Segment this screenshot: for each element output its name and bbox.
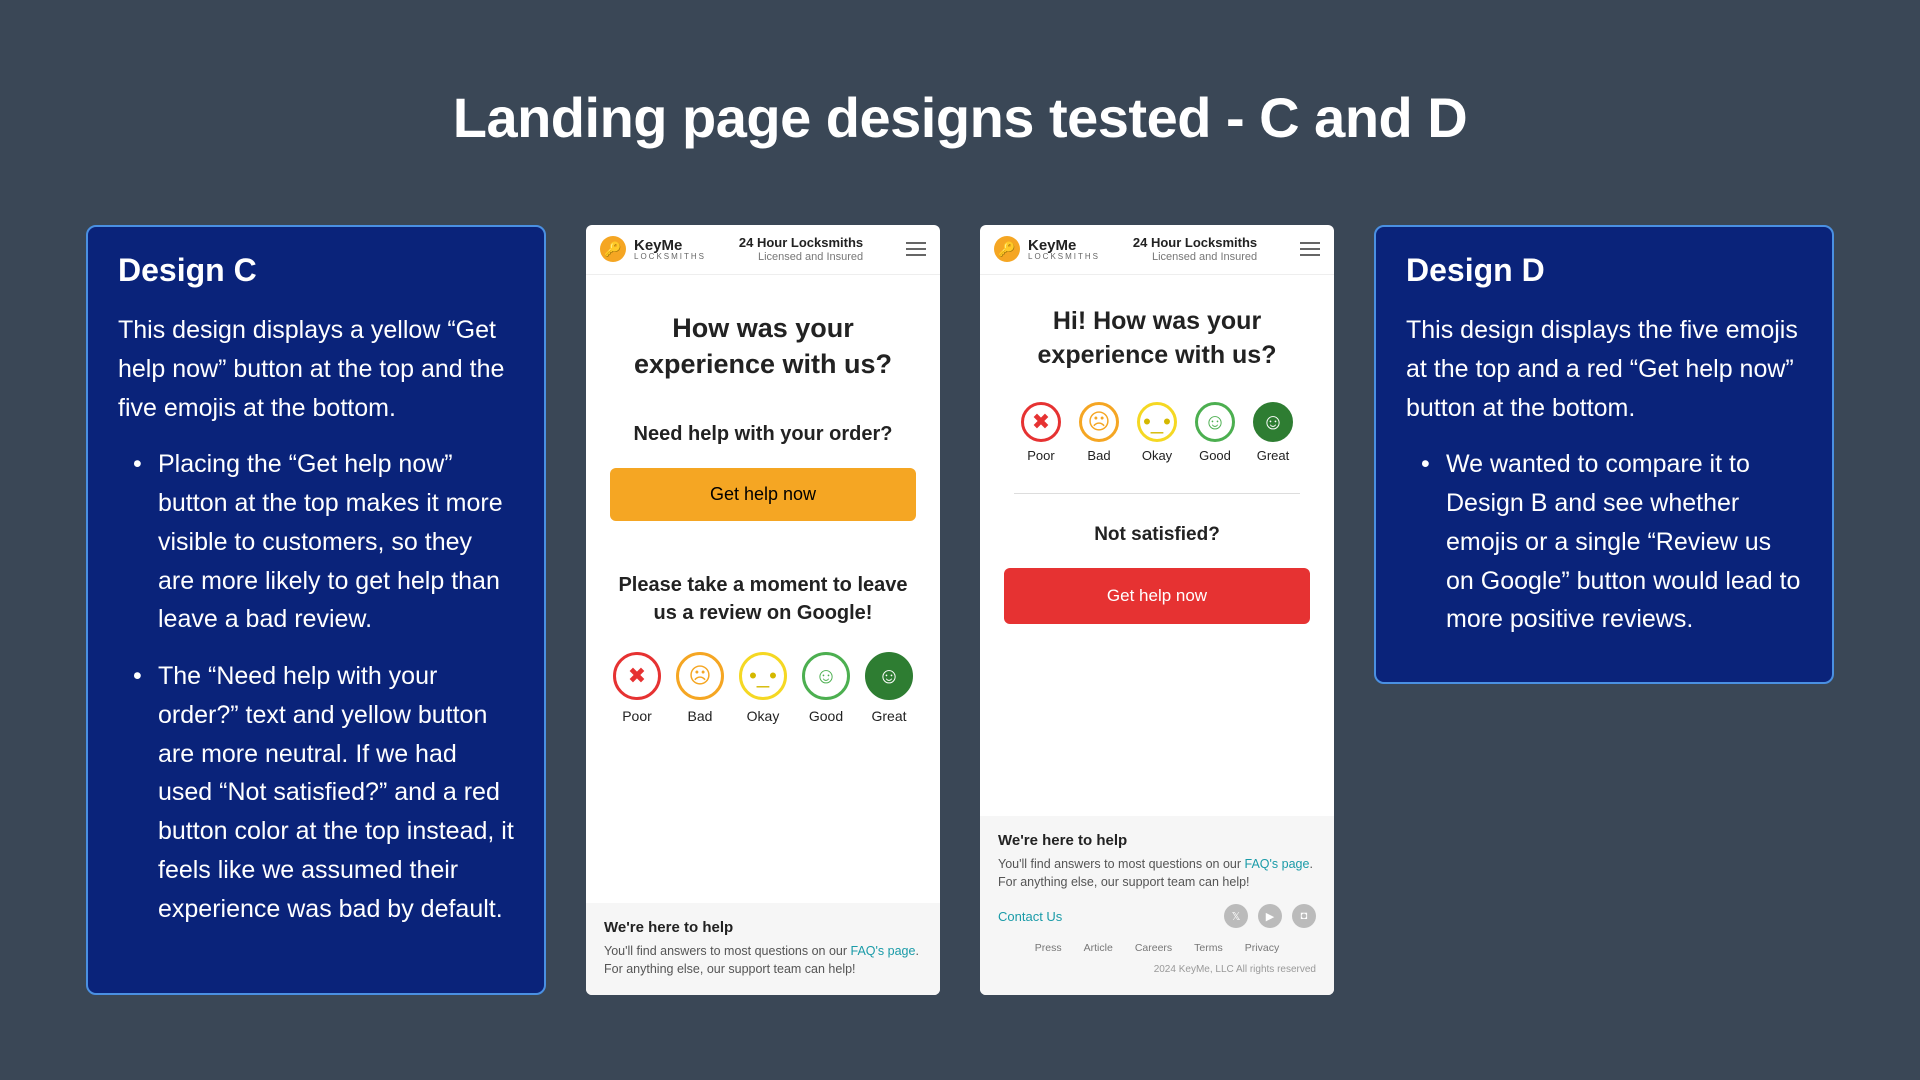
contact-link[interactable]: Contact Us (998, 909, 1062, 924)
tagline-2: Licensed and Insured (1133, 251, 1257, 264)
emoji-good-label: Good (1199, 448, 1231, 463)
design-d-bullet-1: We wanted to compare it to Design B and … (1406, 445, 1802, 639)
mock-design-c: 🔑 KeyMe LOCKSMITHS 24 Hour Locksmiths Li… (586, 225, 940, 995)
content-row: Design C This design displays a yellow “… (0, 225, 1920, 995)
get-help-button[interactable]: Get help now (610, 468, 916, 521)
tagline-1: 24 Hour Locksmiths (739, 235, 863, 251)
legal-privacy[interactable]: Privacy (1245, 942, 1279, 954)
legal-article[interactable]: Article (1084, 942, 1113, 954)
mock-design-d: 🔑 KeyMe LOCKSMITHS 24 Hour Locksmiths Li… (980, 225, 1334, 995)
faq-link[interactable]: FAQ's page (1245, 857, 1310, 871)
emoji-bad-label: Bad (1087, 448, 1110, 463)
design-d-heading: Design D (1406, 252, 1802, 289)
emoji-okay-icon[interactable]: •_• (739, 652, 787, 700)
footer-text-1: You'll find answers to most questions on… (604, 944, 851, 958)
emoji-good-label: Good (809, 708, 843, 724)
copyright: 2024 KeyMe, LLC All rights reserved (998, 964, 1316, 975)
legal-careers[interactable]: Careers (1135, 942, 1172, 954)
experience-question: How was your experience with us? (606, 310, 920, 383)
slide-title: Landing page designs tested - C and D (0, 0, 1920, 150)
tagline-2: Licensed and Insured (739, 251, 863, 264)
twitter-icon[interactable]: 𝕏 (1224, 904, 1248, 928)
emoji-poor-icon[interactable]: ✖ (1021, 402, 1061, 442)
tagline: 24 Hour Locksmiths Licensed and Insured (739, 235, 863, 264)
mock-header: 🔑 KeyMe LOCKSMITHS 24 Hour Locksmiths Li… (586, 225, 940, 275)
design-c-heading: Design C (118, 252, 514, 289)
brand: 🔑 KeyMe LOCKSMITHS (994, 236, 1100, 262)
emoji-poor-icon[interactable]: ✖ (613, 652, 661, 700)
brand: 🔑 KeyMe LOCKSMITHS (600, 236, 706, 262)
emoji-great-label: Great (871, 708, 906, 724)
legal-terms[interactable]: Terms (1194, 942, 1223, 954)
design-d-intro: This design displays the five emojis at … (1406, 311, 1802, 427)
footer-heading: We're here to help (604, 919, 922, 936)
footer-help: We're here to help You'll find answers t… (980, 816, 1334, 996)
emoji-poor-label: Poor (622, 708, 652, 724)
tagline: 24 Hour Locksmiths Licensed and Insured (1133, 235, 1257, 264)
youtube-icon[interactable]: ▶ (1258, 904, 1282, 928)
help-prompt: Need help with your order? (606, 423, 920, 446)
faq-link[interactable]: FAQ's page (851, 944, 916, 958)
brand-sub: LOCKSMITHS (1028, 253, 1100, 261)
footer-text-1: You'll find answers to most questions on… (998, 857, 1245, 871)
brand-sub: LOCKSMITHS (634, 253, 706, 261)
review-prompt: Please take a moment to leave us a revie… (606, 571, 920, 627)
footer-heading: We're here to help (998, 832, 1316, 849)
emoji-good-icon[interactable]: ☺ (802, 652, 850, 700)
emoji-great-icon[interactable]: ☺ (1253, 402, 1293, 442)
emoji-great-label: Great (1257, 448, 1290, 463)
emoji-bad-icon[interactable]: ☹ (676, 652, 724, 700)
design-c-box: Design C This design displays a yellow “… (86, 225, 546, 995)
emoji-great-icon[interactable]: ☺ (865, 652, 913, 700)
instagram-icon[interactable]: ◘ (1292, 904, 1316, 928)
hamburger-icon[interactable] (1300, 242, 1320, 256)
footer-help: We're here to help You'll find answers t… (586, 903, 940, 996)
emoji-row: ✖ Poor ☹ Bad •_• Okay ☺ Good ☺ Great (1000, 402, 1314, 463)
emoji-good-icon[interactable]: ☺ (1195, 402, 1235, 442)
tagline-1: 24 Hour Locksmiths (1133, 235, 1257, 251)
not-satisfied-prompt: Not satisfied? (1000, 524, 1314, 546)
get-help-button[interactable]: Get help now (1004, 568, 1310, 624)
design-c-bullet-2: The “Need help with your order?” text an… (118, 657, 514, 928)
emoji-bad-label: Bad (688, 708, 713, 724)
divider (1014, 493, 1300, 494)
brand-logo-icon: 🔑 (600, 236, 626, 262)
emoji-bad-icon[interactable]: ☹ (1079, 402, 1119, 442)
emoji-row: ✖ Poor ☹ Bad •_• Okay ☺ Good ☺ Great (606, 652, 920, 724)
emoji-poor-label: Poor (1027, 448, 1054, 463)
emoji-okay-icon[interactable]: •_• (1137, 402, 1177, 442)
emoji-okay-label: Okay (747, 708, 780, 724)
brand-name: KeyMe (634, 238, 706, 253)
design-c-bullet-1: Placing the “Get help now” button at the… (118, 445, 514, 639)
brand-logo-icon: 🔑 (994, 236, 1020, 262)
design-c-intro: This design displays a yellow “Get help … (118, 311, 514, 427)
hamburger-icon[interactable] (906, 242, 926, 256)
legal-press[interactable]: Press (1035, 942, 1062, 954)
emoji-okay-label: Okay (1142, 448, 1172, 463)
mock-header: 🔑 KeyMe LOCKSMITHS 24 Hour Locksmiths Li… (980, 225, 1334, 275)
design-d-box: Design D This design displays the five e… (1374, 225, 1834, 684)
experience-question: Hi! How was your experience with us? (1000, 305, 1314, 373)
brand-name: KeyMe (1028, 238, 1100, 253)
